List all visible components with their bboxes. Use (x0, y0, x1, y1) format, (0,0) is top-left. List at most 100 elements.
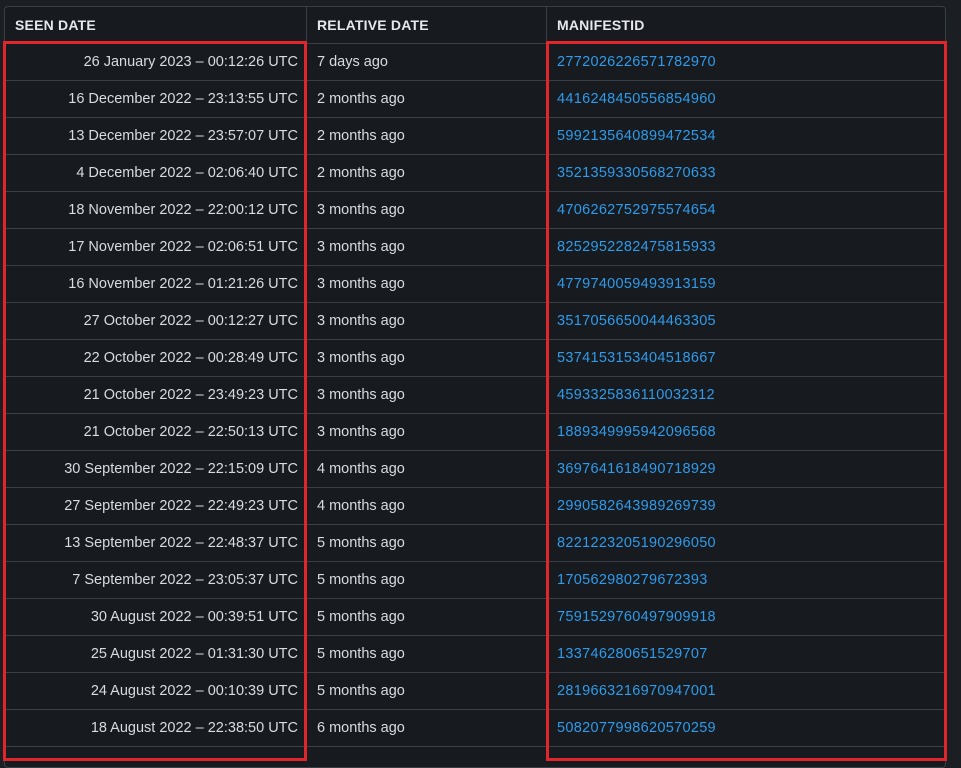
relative-date-cell: 7 days ago (307, 44, 547, 80)
column-header-relative-date[interactable]: RELATIVE DATE (307, 7, 547, 43)
relative-date-cell: 5 months ago (307, 673, 547, 709)
manifest-id-link[interactable]: 5082077998620570259 (557, 720, 716, 736)
table-row: 27 September 2022 – 22:49:23 UTC 4 months… (5, 488, 945, 525)
manifest-id-link[interactable]: 2819663216970947001 (557, 683, 716, 699)
seen-date-cell: 16 December 2022 – 23:13:55 UTC (5, 81, 307, 117)
table-row: 16 November 2022 – 01:21:26 UTC 3 months … (5, 266, 945, 303)
seen-date-cell: 30 September 2022 – 22:15:09 UTC (5, 451, 307, 487)
table-row: 30 September 2022 – 22:15:09 UTC 4 months… (5, 451, 945, 488)
manifest-id-link[interactable]: 3517056650044463305 (557, 313, 716, 329)
seen-date-cell: 25 August 2022 – 01:31:30 UTC (5, 636, 307, 672)
manifest-id-link[interactable]: 4416248450556854960 (557, 91, 716, 107)
manifest-id-link[interactable]: 3697641618490718929 (557, 461, 716, 477)
table-row: 7 September 2022 – 23:05:37 UTC 5 months … (5, 562, 945, 599)
table-header-row: SEEN DATE RELATIVE DATE MANIFESTID (5, 7, 945, 44)
relative-date-cell: 5 months ago (307, 599, 547, 635)
seen-date-cell: 21 October 2022 – 23:49:23 UTC (5, 377, 307, 413)
relative-date-cell: 3 months ago (307, 414, 547, 450)
column-header-manifest-id[interactable]: MANIFESTID (547, 7, 945, 43)
manifest-id-cell: 170562980279672393 (547, 562, 945, 598)
manifest-id-link[interactable]: 5992135640899472534 (557, 128, 716, 144)
table-row: 21 October 2022 – 22:50:13 UTC 3 months a… (5, 414, 945, 451)
seen-date-cell: 30 August 2022 – 00:39:51 UTC (5, 599, 307, 635)
manifest-id-cell: 5082077998620570259 (547, 710, 945, 746)
relative-date-cell: 5 months ago (307, 525, 547, 561)
manifest-id-cell: 7591529760497909918 (547, 599, 945, 635)
seen-date-cell: 13 September 2022 – 22:48:37 UTC (5, 525, 307, 561)
manifest-id-link[interactable]: 7591529760497909918 (557, 609, 716, 625)
manifest-id-link[interactable]: 4593325836110032312 (557, 387, 715, 403)
seen-date-cell: 22 October 2022 – 00:28:49 UTC (5, 340, 307, 376)
manifest-id-link[interactable]: 4706262752975574654 (557, 202, 716, 218)
seen-date-cell: 13 December 2022 – 23:57:07 UTC (5, 118, 307, 154)
relative-date-cell: 3 months ago (307, 377, 547, 413)
table-row: 21 October 2022 – 23:49:23 UTC 3 months a… (5, 377, 945, 414)
relative-date-cell: 3 months ago (307, 303, 547, 339)
manifest-id-link[interactable]: 2990582643989269739 (557, 498, 716, 514)
relative-date-cell: 3 months ago (307, 266, 547, 302)
seen-date-cell: 24 August 2022 – 00:10:39 UTC (5, 673, 307, 709)
table-row: 13 December 2022 – 23:57:07 UTC 2 months … (5, 118, 945, 155)
relative-date-cell: 3 months ago (307, 229, 547, 265)
table-row: 17 November 2022 – 02:06:51 UTC 3 months … (5, 229, 945, 266)
manifest-id-link[interactable]: 3521359330568270633 (557, 165, 716, 181)
seen-date-cell: 17 November 2022 – 02:06:51 UTC (5, 229, 307, 265)
relative-date-cell: 2 months ago (307, 118, 547, 154)
manifest-id-cell: 2990582643989269739 (547, 488, 945, 524)
table-body: 26 January 2023 – 00:12:26 UTC 7 days ago… (5, 44, 945, 747)
seen-date-cell: 16 November 2022 – 01:21:26 UTC (5, 266, 307, 302)
relative-date-cell: 4 months ago (307, 451, 547, 487)
table-row: 24 August 2022 – 00:10:39 UTC 5 months ag… (5, 673, 945, 710)
seen-date-cell: 18 November 2022 – 22:00:12 UTC (5, 192, 307, 228)
relative-date-cell: 2 months ago (307, 155, 547, 191)
manifest-id-cell: 4779740059493913159 (547, 266, 945, 302)
manifest-id-cell: 2772026226571782970 (547, 44, 945, 80)
manifest-id-cell: 8221223205190296050 (547, 525, 945, 561)
table-row: 16 December 2022 – 23:13:55 UTC 2 months … (5, 81, 945, 118)
table-row: 27 October 2022 – 00:12:27 UTC 3 months a… (5, 303, 945, 340)
manifest-id-link[interactable]: 2772026226571782970 (557, 54, 716, 70)
relative-date-cell: 2 months ago (307, 81, 547, 117)
manifest-id-link[interactable]: 8221223205190296050 (557, 535, 716, 551)
manifest-id-link[interactable]: 1889349995942096568 (557, 424, 716, 440)
table-row: 13 September 2022 – 22:48:37 UTC 5 months… (5, 525, 945, 562)
seen-date-cell: 7 September 2022 – 23:05:37 UTC (5, 562, 307, 598)
table-row: 4 December 2022 – 02:06:40 UTC 2 months a… (5, 155, 945, 192)
relative-date-cell: 6 months ago (307, 710, 547, 746)
manifest-id-link[interactable]: 133746280651529707 (557, 646, 708, 662)
table-row: 26 January 2023 – 00:12:26 UTC 7 days ago… (5, 44, 945, 81)
seen-date-cell: 27 October 2022 – 00:12:27 UTC (5, 303, 307, 339)
table-row: 18 November 2022 – 22:00:12 UTC 3 months … (5, 192, 945, 229)
manifest-id-cell: 3697641618490718929 (547, 451, 945, 487)
manifest-id-cell: 4593325836110032312 (547, 377, 945, 413)
relative-date-cell: 5 months ago (307, 636, 547, 672)
table-row: 18 August 2022 – 22:38:50 UTC 6 months ag… (5, 710, 945, 747)
table-row: 22 October 2022 – 00:28:49 UTC 3 months a… (5, 340, 945, 377)
manifest-id-link[interactable]: 4779740059493913159 (557, 276, 716, 292)
relative-date-cell: 3 months ago (307, 340, 547, 376)
column-header-seen-date[interactable]: SEEN DATE (5, 7, 307, 43)
seen-date-cell: 26 January 2023 – 00:12:26 UTC (5, 44, 307, 80)
manifest-id-cell: 8252952282475815933 (547, 229, 945, 265)
relative-date-cell: 4 months ago (307, 488, 547, 524)
table-row: 25 August 2022 – 01:31:30 UTC 5 months ag… (5, 636, 945, 673)
seen-date-cell: 27 September 2022 – 22:49:23 UTC (5, 488, 307, 524)
table-row: 30 August 2022 – 00:39:51 UTC 5 months ag… (5, 599, 945, 636)
manifest-id-link[interactable]: 8252952282475815933 (557, 239, 716, 255)
seen-date-cell: 4 December 2022 – 02:06:40 UTC (5, 155, 307, 191)
manifest-id-cell: 5992135640899472534 (547, 118, 945, 154)
manifest-id-cell: 5374153153404518667 (547, 340, 945, 376)
manifest-id-cell: 133746280651529707 (547, 636, 945, 672)
manifest-id-link[interactable]: 5374153153404518667 (557, 350, 716, 366)
manifest-id-link[interactable]: 170562980279672393 (557, 572, 708, 588)
seen-date-cell: 21 October 2022 – 22:50:13 UTC (5, 414, 307, 450)
manifest-id-cell: 4706262752975574654 (547, 192, 945, 228)
manifest-id-cell: 3521359330568270633 (547, 155, 945, 191)
manifest-id-cell: 2819663216970947001 (547, 673, 945, 709)
relative-date-cell: 3 months ago (307, 192, 547, 228)
manifest-id-cell: 1889349995942096568 (547, 414, 945, 450)
manifest-id-cell: 3517056650044463305 (547, 303, 945, 339)
manifest-id-cell: 4416248450556854960 (547, 81, 945, 117)
seen-date-cell: 18 August 2022 – 22:38:50 UTC (5, 710, 307, 746)
relative-date-cell: 5 months ago (307, 562, 547, 598)
